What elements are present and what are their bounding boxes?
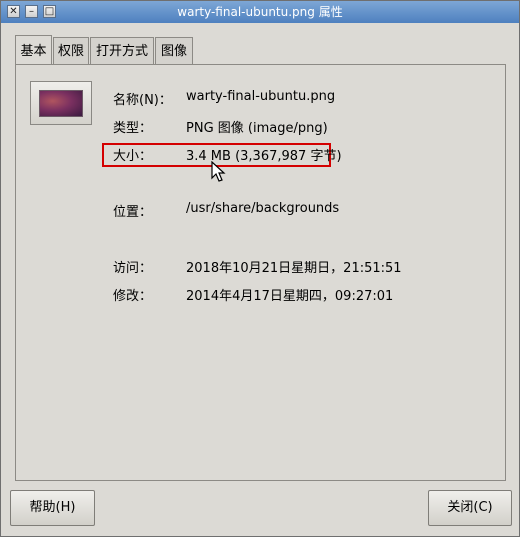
help-button[interactable]: 帮助(H) — [10, 490, 95, 526]
window-title: warty-final-ubuntu.png 属性 — [177, 5, 343, 19]
location-label: 位置： — [113, 205, 153, 220]
properties-window: ✕ – □ warty-final-ubuntu.png 属性 基本 权限 打开… — [0, 0, 520, 537]
location-value: /usr/share/backgrounds — [186, 201, 340, 216]
size-label: 大小： — [113, 149, 153, 164]
name-value[interactable]: warty-final-ubuntu.png — [186, 89, 335, 104]
type-label: 类型： — [113, 121, 153, 136]
accessed-label: 访问： — [113, 261, 153, 276]
tab-permissions[interactable]: 权限 — [53, 37, 89, 64]
image-thumbnail-icon — [39, 90, 83, 117]
size-value: 3.4 MB (3,367,987 字节) — [186, 149, 342, 164]
accessed-value: 2018年10月21日星期日，21:51:51 — [186, 261, 402, 276]
modified-value: 2014年4月17日星期四，09:27:01 — [186, 289, 394, 304]
name-label: 名称(N)： — [113, 93, 172, 108]
tab-image[interactable]: 图像 — [155, 37, 193, 64]
mouse-pointer-icon — [211, 161, 226, 182]
close-button[interactable]: 关闭(C) — [428, 490, 512, 526]
type-value: PNG 图像 (image/png) — [186, 121, 328, 136]
modified-label: 修改： — [113, 289, 153, 304]
tab-basic[interactable]: 基本 — [15, 35, 52, 64]
icon-button[interactable] — [30, 81, 92, 125]
tab-open-with[interactable]: 打开方式 — [90, 37, 154, 64]
title-bar[interactable]: ✕ – □ warty-final-ubuntu.png 属性 — [1, 1, 519, 23]
